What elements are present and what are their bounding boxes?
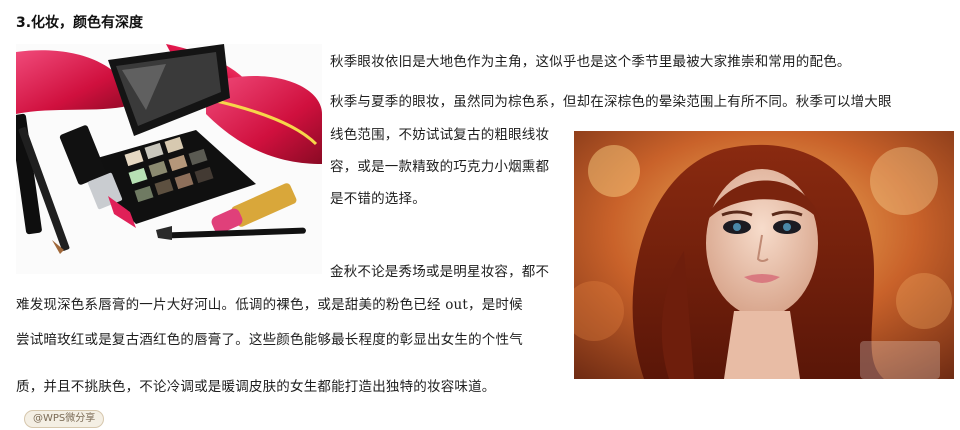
paragraph-line-7: 难发现深色系唇膏的一片大好河山。低调的裸色，或是甜美的粉色已经 out，是时候 — [16, 297, 523, 313]
red-hair-portrait-image — [574, 131, 954, 379]
paragraph-line-5: 是不错的选择。 — [330, 191, 426, 207]
paragraph-line-9: 质，并且不挑肤色，不论冷调或是暖调皮肤的女生都能打造出独特的妆容味道。 — [16, 379, 496, 395]
makeup-illustration — [16, 44, 322, 274]
paragraph-line-8: 尝试暗玫红或是复古酒红色的唇膏了。这些颜色能够最长程度的彰显出女生的个性气 — [16, 332, 523, 348]
portrait-illustration — [574, 131, 954, 379]
makeup-products-image — [16, 44, 322, 274]
paragraph-line-1: 秋季眼妆依旧是大地色作为主角，这似乎也是这个季节里最被大家推崇和常用的配色。 — [330, 54, 851, 70]
paragraph-line-3: 线色范围，不妨试试复古的粗眼线妆 — [330, 127, 550, 143]
paragraph-line-2: 秋季与夏季的眼妆，虽然同为棕色系，但却在深棕色的晕染范围上有所不同。秋季可以增大… — [330, 94, 892, 110]
paragraph-line-4: 容，或是一款精致的巧克力小烟熏都 — [330, 159, 550, 175]
section-heading: 3.化妆，颜色有深度 — [16, 15, 144, 31]
paragraph-line-6: 金秋不论是秀场或是明星妆容，都不 — [330, 264, 550, 280]
wps-share-badge: @WPS微分享 — [24, 410, 105, 428]
